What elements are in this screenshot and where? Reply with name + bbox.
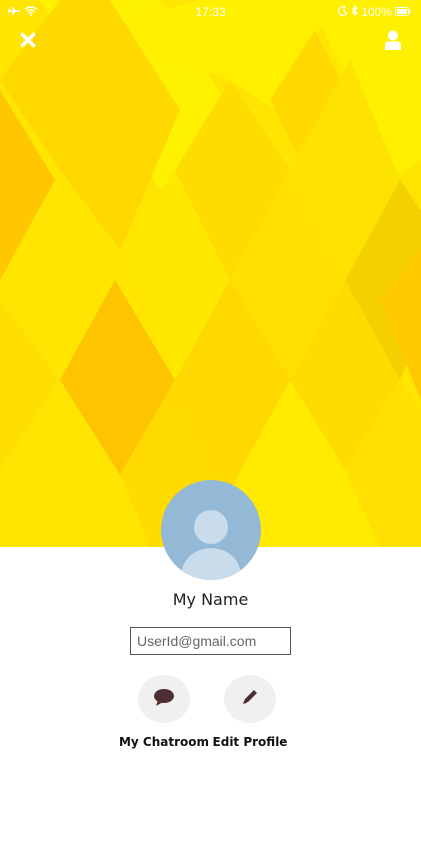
battery-icon	[395, 5, 411, 19]
close-button[interactable]	[12, 26, 44, 58]
battery-text: 100%	[361, 5, 392, 19]
pencil-icon	[241, 688, 259, 710]
user-name: My Name	[172, 590, 249, 609]
hero-background	[0, 0, 421, 547]
status-bar: 17:33 100%	[0, 0, 421, 24]
diamond-pattern	[0, 0, 421, 547]
profile-screen: 17:33 100% My Name UserId@gmail.com My C…	[0, 0, 421, 842]
edit-profile-label[interactable]: Edit Profile	[213, 735, 288, 749]
email-field[interactable]	[130, 627, 291, 655]
edit-profile-icon-circle[interactable]	[224, 675, 276, 723]
bluetooth-icon	[351, 4, 359, 19]
status-right: 100%	[338, 4, 411, 19]
chat-bubble-icon	[153, 688, 175, 711]
avatar[interactable]	[161, 480, 261, 580]
avatar-placeholder-icon	[180, 510, 242, 580]
edit-profile-button[interactable]: Edit Profile	[195, 675, 305, 749]
moon-icon	[338, 5, 349, 19]
profile-button[interactable]	[377, 26, 409, 58]
user-icon	[384, 30, 402, 54]
close-icon	[20, 32, 36, 52]
chatroom-icon-circle[interactable]	[138, 675, 190, 723]
